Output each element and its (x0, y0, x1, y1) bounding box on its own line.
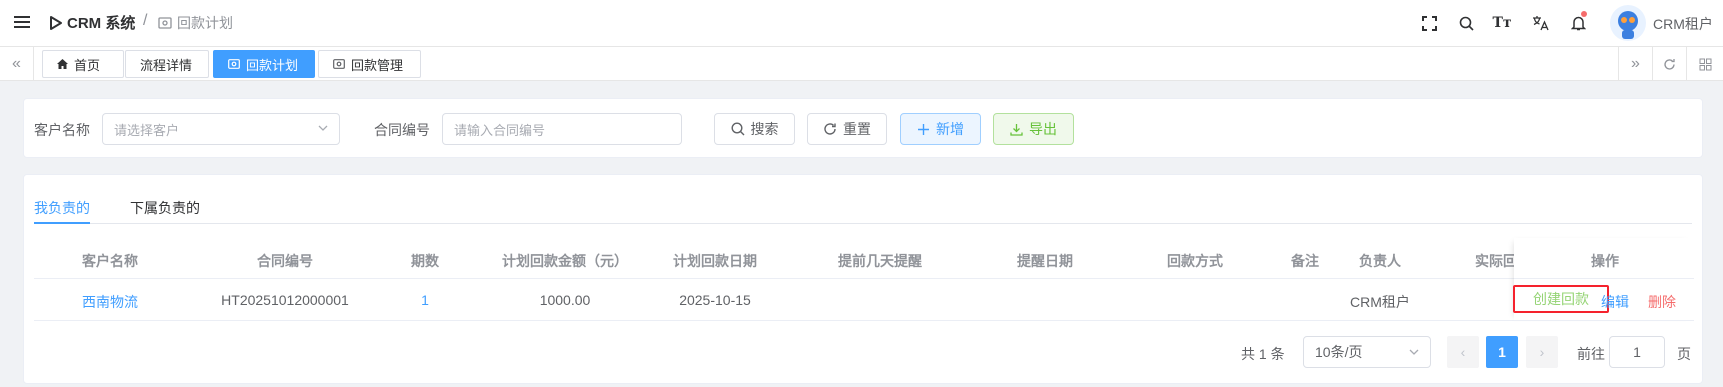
column-header: 客户名称 (82, 253, 138, 269)
customer-select-placeholder: 请选择客户 (114, 122, 180, 138)
pagination-total: 共 1 条 (1241, 346, 1285, 362)
create-payment-label: 创建回款 (1533, 291, 1589, 307)
contract-label: 合同编号 (374, 122, 430, 138)
column-header: 负责人 (1359, 253, 1401, 269)
subtab-subordinates[interactable]: 下属负责的 (130, 198, 200, 218)
top-navbar: CRM 系统 / 回款计划 Tт CRM租户 (0, 0, 1723, 47)
owner-cell: CRM租户 (1350, 294, 1410, 310)
tab-home[interactable]: 首页 (42, 50, 124, 78)
money-icon (158, 17, 172, 29)
money-icon (228, 59, 240, 69)
avatar[interactable] (1610, 5, 1646, 41)
menu-toggle-icon[interactable] (14, 14, 30, 30)
export-button[interactable]: 导出 (993, 113, 1074, 145)
translate-icon[interactable] (1529, 12, 1551, 34)
breadcrumb-separator: / (143, 12, 148, 29)
chevron-down-icon (1408, 345, 1420, 361)
date-cell: 2025-10-15 (679, 292, 751, 308)
column-header: 回款方式 (1167, 253, 1223, 269)
search-icon (730, 122, 744, 136)
page-size-value: 10条/页 (1315, 344, 1363, 360)
tab-label: 回款管理 (351, 57, 404, 73)
header-divider (1514, 278, 1694, 279)
goto-page-input[interactable]: 1 (1609, 336, 1665, 368)
column-header: 期数 (411, 253, 439, 269)
row-divider (1514, 320, 1694, 321)
reset-button-label: 重置 (843, 121, 871, 137)
logo-icon (50, 15, 62, 30)
column-header: 合同编号 (257, 253, 313, 269)
breadcrumb-current: 回款计划 (177, 15, 233, 31)
chevron-down-icon (317, 122, 329, 137)
delete-button[interactable]: 删除 (1648, 292, 1676, 312)
tab-label: 回款计划 (246, 57, 299, 73)
subtab-active-indicator (34, 222, 90, 224)
add-button[interactable]: 新增 (900, 113, 981, 145)
page-suffix: 页 (1677, 346, 1691, 362)
row-divider (34, 320, 1692, 321)
reset-button[interactable]: 重置 (807, 113, 887, 145)
period-link[interactable]: 1 (400, 292, 450, 308)
username[interactable]: CRM租户 (1653, 14, 1713, 34)
edit-button[interactable]: 编辑 (1601, 292, 1629, 312)
page-number-button[interactable]: 1 (1486, 336, 1518, 368)
goto-label: 前往 (1577, 346, 1605, 362)
create-payment-button[interactable]: 创建回款 (1513, 285, 1609, 313)
column-header: 操作 (1591, 253, 1619, 269)
column-header: 提醒日期 (1017, 253, 1073, 269)
breadcrumb: 回款计划 (158, 13, 233, 33)
column-header: 计划回款金额（元） (502, 253, 628, 269)
customer-select[interactable]: 请选择客户 (102, 113, 340, 145)
prev-page-button[interactable]: ‹ (1447, 336, 1479, 368)
search-icon[interactable] (1455, 12, 1477, 34)
download-icon (1010, 123, 1023, 136)
home-icon (57, 59, 68, 69)
notification-dot (1581, 11, 1587, 17)
add-button-label: 新增 (936, 121, 964, 137)
tab-payment-plan[interactable]: 回款计划 (213, 50, 315, 78)
next-page-button[interactable]: › (1526, 336, 1558, 368)
scroll-right-icon[interactable]: » (1618, 47, 1652, 81)
customer-label: 客户名称 (34, 122, 90, 138)
refresh-icon[interactable] (1652, 47, 1686, 81)
export-button-label: 导出 (1029, 121, 1057, 137)
search-button-label: 搜索 (750, 121, 779, 137)
scroll-left-icon[interactable]: « (0, 47, 34, 81)
column-header: 提前几天提醒 (838, 253, 922, 269)
subtab-divider (34, 223, 1692, 224)
column-header: 备注 (1291, 253, 1319, 269)
subtab-mine[interactable]: 我负责的 (34, 198, 90, 218)
font-size-icon[interactable]: Tт (1491, 12, 1513, 34)
search-button[interactable]: 搜索 (714, 113, 795, 145)
app-logo[interactable]: CRM 系统 (48, 12, 135, 33)
tab-label: 流程详情 (140, 57, 193, 73)
contract-cell: HT20251012000001 (221, 292, 349, 308)
contract-input-placeholder: 请输入合同编号 (454, 122, 546, 138)
tags-view-bar: « 首页 流程详情 回款计划 回款管理 » (0, 47, 1723, 81)
column-header: 计划回款日期 (673, 253, 757, 269)
page-size-select[interactable]: 10条/页 (1303, 336, 1431, 368)
amount-cell: 1000.00 (539, 292, 591, 308)
tab-label: 首页 (74, 57, 101, 73)
customer-link[interactable]: 西南物流 (60, 292, 160, 312)
tab-process-detail[interactable]: 流程详情 (125, 50, 209, 78)
money-icon (333, 59, 345, 69)
bell-icon[interactable] (1567, 11, 1589, 34)
contract-input[interactable]: 请输入合同编号 (442, 113, 682, 145)
app-title: CRM 系统 (67, 15, 136, 32)
fullscreen-icon[interactable] (1418, 12, 1440, 34)
header-divider (34, 278, 1692, 279)
plus-icon (918, 123, 929, 135)
refresh-icon (824, 123, 836, 135)
grid-menu-icon[interactable] (1686, 47, 1723, 81)
tab-payment-management[interactable]: 回款管理 (318, 50, 421, 78)
